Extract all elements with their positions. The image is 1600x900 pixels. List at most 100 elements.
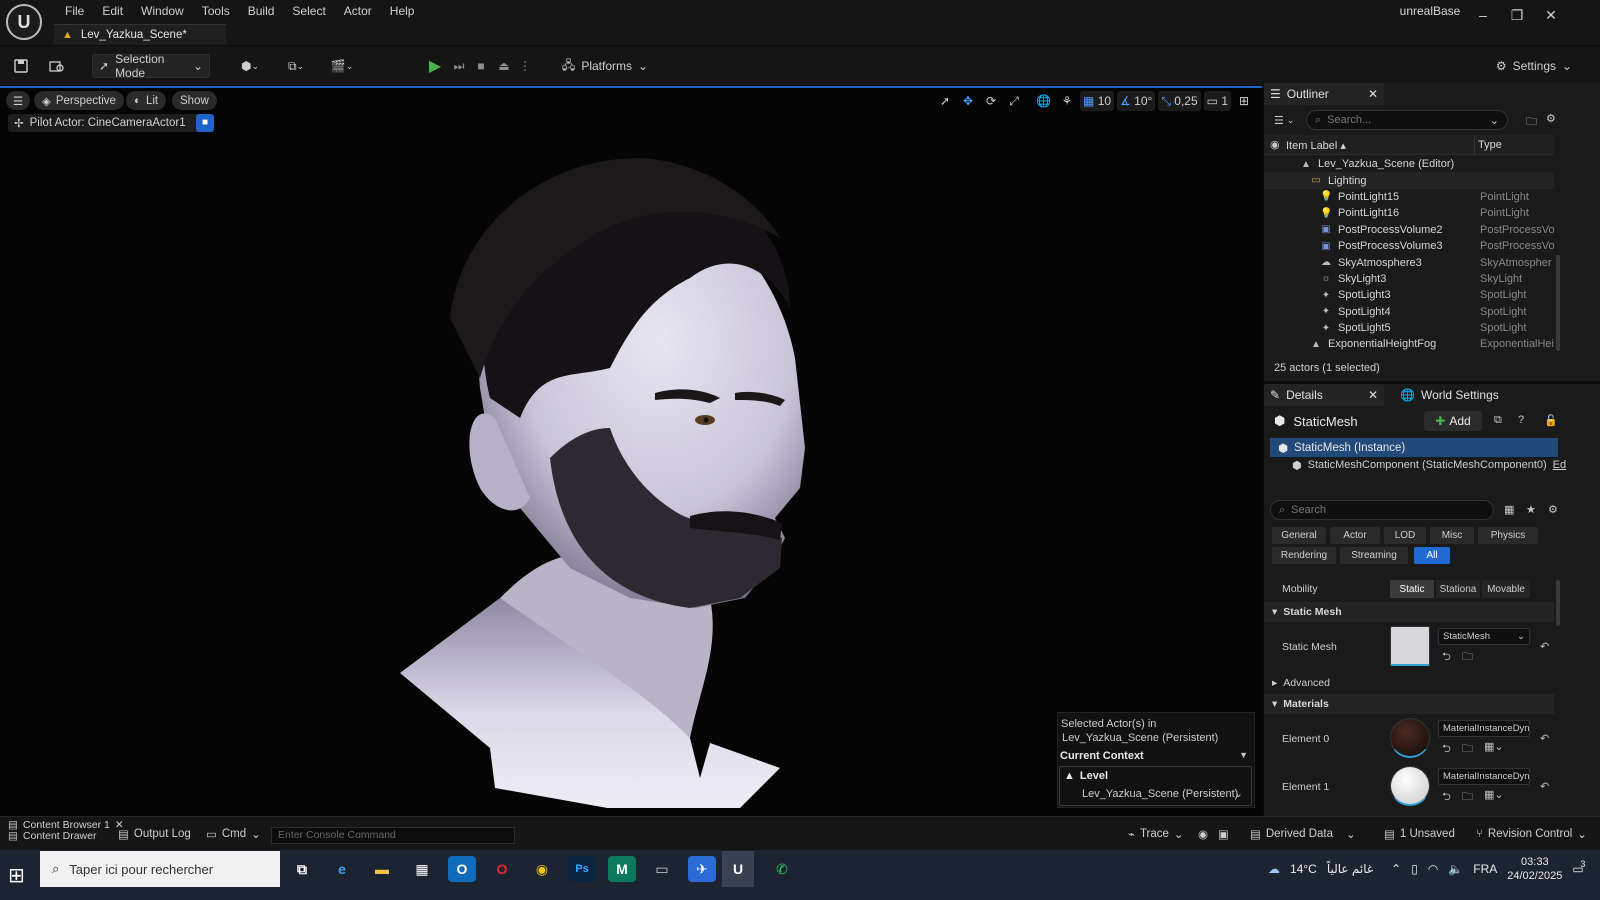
- outliner-row[interactable]: ▲ Lev_Yazkua_Scene (Editor): [1264, 156, 1554, 172]
- browse-icon[interactable]: ⮌: [1442, 788, 1451, 807]
- minimize-icon[interactable]: –: [1468, 4, 1498, 26]
- type-column[interactable]: Type: [1478, 139, 1502, 151]
- help-icon[interactable]: ?: [1518, 414, 1524, 426]
- content-drawer-button[interactable]: ▤ Content Drawer: [8, 830, 96, 842]
- add-component-button[interactable]: ✚ Add: [1424, 411, 1482, 431]
- menu-file[interactable]: File: [56, 2, 93, 20]
- settings-dropdown[interactable]: ⚙ Settings ⌄: [1478, 54, 1590, 78]
- revision-control-dropdown[interactable]: ⑂ Revision Control ⌄: [1476, 825, 1587, 843]
- level-viewport[interactable]: ☰ ◈ Perspective ◐ Lit Show ✢ Pilot Actor…: [0, 86, 1262, 816]
- visibility-eye-icon[interactable]: ◉: [1270, 138, 1280, 151]
- tab-details[interactable]: ✎ Details ✕: [1264, 384, 1384, 406]
- section-materials[interactable]: ▾ Materials: [1264, 694, 1554, 714]
- outliner-row[interactable]: ▭ Lighting: [1264, 172, 1554, 189]
- checker-icon[interactable]: ▦⌄: [1484, 788, 1504, 801]
- mobility-static[interactable]: Static: [1390, 580, 1434, 598]
- find-in-browser-icon[interactable]: 🗀: [1462, 648, 1473, 667]
- add-folder-icon[interactable]: 🗀: [1526, 113, 1537, 132]
- cmd-dropdown[interactable]: ▭ Cmd ⌄: [206, 825, 261, 843]
- browse-icon[interactable]: ⮌: [1442, 740, 1451, 759]
- close-icon[interactable]: ✕: [1536, 4, 1566, 26]
- world-space-icon[interactable]: 🌐: [1033, 91, 1054, 111]
- app-icon[interactable]: ✈: [688, 856, 716, 882]
- unsaved-button[interactable]: ▤ 1 Unsaved: [1384, 825, 1455, 843]
- material0-dropdown[interactable]: MaterialInstanceDyna: [1438, 720, 1530, 737]
- material1-dropdown[interactable]: MaterialInstanceDyna: [1438, 768, 1530, 785]
- platforms-dropdown[interactable]: 🖧 Platforms ⌄: [558, 54, 652, 78]
- store-icon[interactable]: ▦: [408, 856, 436, 882]
- filter-physics[interactable]: Physics: [1478, 527, 1538, 544]
- record-icon[interactable]: ◉: [1198, 825, 1208, 843]
- filter-all[interactable]: All: [1414, 547, 1450, 564]
- details-search-input[interactable]: ⌕ Search: [1270, 500, 1494, 520]
- derived-data-dropdown[interactable]: ▤ Derived Data ⌄: [1250, 825, 1356, 843]
- unreal-engine-taskbar-icon[interactable]: U: [722, 851, 754, 887]
- chrome-icon[interactable]: ◉: [528, 856, 556, 882]
- selection-mode-dropdown[interactable]: ➚ Selection Mode ⌄: [92, 52, 210, 80]
- file-explorer-icon[interactable]: ▬: [368, 856, 396, 882]
- select-tool-icon[interactable]: ➚: [935, 91, 955, 111]
- outliner-search-input[interactable]: ⌕ Search... ⌄: [1306, 110, 1508, 130]
- scale-snap-toggle[interactable]: ⤡ 0,25: [1158, 91, 1201, 111]
- level-document-tab[interactable]: ▲ Lev_Yazkua_Scene*: [54, 24, 226, 45]
- task-view-icon[interactable]: ⧉: [288, 856, 316, 882]
- filter-icon[interactable]: ☰ ⌄: [1274, 114, 1294, 127]
- perspective-button[interactable]: ◈ Perspective: [34, 91, 124, 110]
- surface-snap-icon[interactable]: ⚘: [1057, 91, 1077, 111]
- outliner-row[interactable]: ▣ PostProcessVolume2 PostProcessVo: [1264, 222, 1554, 238]
- tab-world-settings[interactable]: 🌐 World Settings: [1394, 384, 1505, 406]
- outliner-row[interactable]: ✦ SpotLight5 SpotLight: [1264, 320, 1554, 336]
- mobility-movable[interactable]: Movable: [1482, 580, 1530, 598]
- star-icon[interactable]: ★: [1526, 503, 1536, 516]
- gear-icon[interactable]: ⚙: [1546, 112, 1556, 125]
- find-in-browser-icon[interactable]: 🗀: [1462, 788, 1473, 807]
- console-command-input[interactable]: Enter Console Command: [271, 827, 515, 844]
- hamburger-menu-icon[interactable]: ☰: [6, 91, 30, 110]
- eject-icon[interactable]: ⏏: [493, 54, 515, 78]
- camera-lock-icon[interactable]: ■: [196, 114, 214, 132]
- lit-button[interactable]: ◐ Lit: [126, 91, 167, 110]
- static-mesh-asset-dropdown[interactable]: StaticMesh ⌄: [1438, 628, 1530, 645]
- item-label-column[interactable]: Item Label ▴: [1286, 139, 1346, 152]
- material0-thumbnail[interactable]: [1390, 718, 1430, 758]
- filter-misc[interactable]: Misc: [1430, 527, 1474, 544]
- restore-icon[interactable]: ❐: [1502, 4, 1532, 26]
- filter-general[interactable]: General: [1272, 527, 1326, 544]
- component-instance-row[interactable]: ⬢ StaticMesh (Instance): [1270, 438, 1558, 457]
- opera-icon[interactable]: O: [488, 856, 516, 882]
- edge-icon[interactable]: e: [328, 856, 356, 882]
- table-view-icon[interactable]: ▦: [1504, 503, 1514, 516]
- blueprint-icon[interactable]: ⧉: [1494, 414, 1502, 427]
- app-icon[interactable]: ▭: [648, 856, 676, 882]
- add-actor-icon[interactable]: ⬢ ⌄: [234, 54, 266, 78]
- details-scrollbar[interactable]: [1556, 580, 1560, 626]
- section-static-mesh[interactable]: ▾ Static Mesh: [1264, 602, 1554, 622]
- cinematics-icon[interactable]: 🎬 ⌄: [326, 54, 358, 78]
- volume-icon[interactable]: 🔈: [1448, 862, 1463, 876]
- outliner-row[interactable]: ☁ SkyAtmosphere3 SkyAtmospher: [1264, 254, 1554, 270]
- gear-icon[interactable]: ⚙: [1548, 503, 1558, 516]
- language-indicator[interactable]: FRA: [1473, 862, 1497, 876]
- edit-component-link[interactable]: Ed: [1553, 459, 1566, 472]
- advance-frame-icon[interactable]: ⏭: [448, 54, 470, 78]
- menu-tools[interactable]: Tools: [193, 2, 239, 20]
- menu-actor[interactable]: Actor: [335, 2, 381, 20]
- filter-rendering[interactable]: Rendering: [1272, 547, 1336, 564]
- camera-speed-button[interactable]: ▭ 1: [1203, 91, 1231, 111]
- outliner-row[interactable]: ▣ PostProcessVolume3 PostProcessVo: [1264, 238, 1554, 254]
- outliner-row[interactable]: ▲ ExponentialHeightFog ExponentialHei: [1264, 336, 1554, 352]
- clock[interactable]: 03:33 24/02/2025: [1507, 855, 1562, 883]
- more-options-icon[interactable]: ⋮: [516, 54, 534, 78]
- menu-edit[interactable]: Edit: [93, 2, 132, 20]
- show-button[interactable]: Show: [172, 91, 217, 110]
- mobility-stationary[interactable]: Stationa: [1436, 580, 1480, 598]
- reset-icon[interactable]: ↶: [1540, 732, 1549, 745]
- filter-actor[interactable]: Actor: [1330, 527, 1380, 544]
- play-icon[interactable]: ▶: [424, 54, 446, 78]
- menu-window[interactable]: Window: [132, 2, 193, 20]
- screenshot-icon[interactable]: ▣: [1218, 825, 1229, 843]
- outliner-row[interactable]: ✦ SpotLight3 SpotLight: [1264, 287, 1554, 303]
- windows-start-icon[interactable]: ⊞: [8, 863, 25, 888]
- content-browser-icon[interactable]: [46, 54, 68, 78]
- battery-icon[interactable]: ▯: [1411, 862, 1418, 876]
